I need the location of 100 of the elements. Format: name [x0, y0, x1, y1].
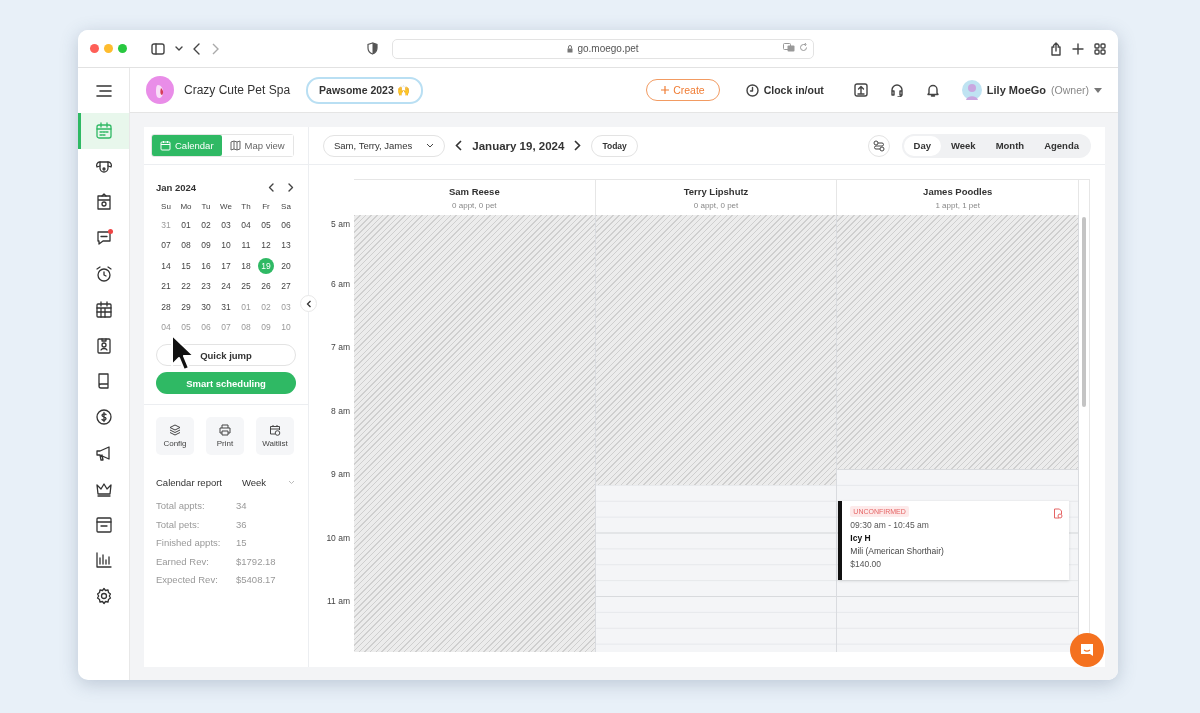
calendar-grid-icon [94, 300, 113, 319]
previous-day-button[interactable] [453, 140, 465, 151]
date-cell[interactable]: 26 [256, 277, 276, 295]
calendar-icon [160, 140, 171, 151]
stat-value: $1792.18 [236, 555, 276, 568]
chevron-down-icon [288, 480, 296, 485]
date-cell[interactable]: 08 [176, 236, 196, 254]
collapse-button[interactable] [300, 295, 317, 312]
date-cell[interactable]: 03 [216, 216, 236, 234]
staff-filter-dropdown[interactable]: Sam, Terry, James [323, 134, 446, 157]
new-tab-icon[interactable] [1072, 42, 1084, 55]
lock-icon [567, 44, 574, 53]
address-bar[interactable]: go.moego.pet [392, 38, 814, 59]
clock-in-out-button[interactable]: Clock in/out [739, 82, 830, 98]
calendar-icon [94, 121, 113, 140]
date-cell[interactable]: 20 [276, 257, 296, 275]
chevron-down-icon[interactable] [175, 45, 183, 52]
caret-icon[interactable] [1094, 87, 1102, 93]
weekday-label: Su [160, 202, 172, 213]
date-cell[interactable]: 14 [156, 257, 176, 275]
date-cell[interactable]: 11 [236, 236, 256, 254]
date-cell[interactable]: 30 [196, 298, 216, 316]
date-cell[interactable]: 09 [196, 236, 216, 254]
menu-icon [95, 84, 112, 97]
today-button[interactable]: Today [591, 134, 638, 157]
megaphone-icon [94, 444, 113, 463]
date-cell[interactable]: 02 [196, 216, 216, 234]
map-icon [229, 140, 241, 151]
view-tab[interactable]: Week [941, 135, 986, 156]
date-cell[interactable]: 04 [236, 216, 256, 234]
stat-label: Total pets: [156, 518, 201, 531]
view-tab[interactable]: Agenda [1034, 135, 1089, 156]
date-cell[interactable]: 06 [276, 216, 296, 234]
pet-name: Mili (American Shorthair) [850, 545, 944, 556]
layers-icon [169, 424, 181, 436]
date-cell[interactable]: 15 [176, 257, 196, 275]
date-cell[interactable]: 27 [276, 277, 296, 295]
user-name[interactable]: Lily MoeGo [986, 84, 1047, 96]
date-cell[interactable]: 07 [156, 236, 176, 254]
upload-icon[interactable] [853, 83, 868, 97]
period-dropdown[interactable]: Week [242, 477, 296, 488]
time-label: 11 am [327, 596, 350, 606]
weekday-label: Mo [179, 202, 193, 213]
sidebar-toggle-icon[interactable] [151, 42, 165, 55]
store-icon [94, 193, 113, 212]
date-cell[interactable]: 10 [216, 236, 236, 254]
stat-label: Expected Rev: [156, 574, 219, 587]
staff-summary: 0 appt, 0 pet [693, 200, 739, 210]
view-tab[interactable]: Day [903, 135, 941, 156]
date-cell[interactable]: 29 [176, 298, 196, 316]
chevron-right-icon [574, 140, 582, 151]
share-icon[interactable] [1050, 41, 1062, 56]
previous-month-icon[interactable] [268, 182, 274, 192]
next-month-icon[interactable] [288, 182, 294, 192]
date-cell[interactable]: 25 [236, 277, 256, 295]
route-button[interactable] [867, 134, 890, 157]
weekday-label: We [219, 202, 233, 213]
date-cell[interactable]: 31 [216, 298, 236, 316]
report-title: Calendar report [156, 477, 223, 488]
back-icon[interactable] [193, 42, 201, 55]
time-label: 8 am [331, 405, 350, 416]
date-cell[interactable]: 23 [196, 277, 216, 295]
id-badge-icon [94, 336, 113, 355]
weekday-label: Tu [200, 202, 212, 213]
staff-summary: 0 appt, 0 pet [452, 200, 497, 210]
tool-button[interactable]: Config [156, 417, 194, 455]
next-day-button[interactable] [572, 140, 584, 151]
client-name: Icy H [850, 532, 871, 543]
date-cell[interactable]: 05 [256, 216, 276, 234]
date-cell[interactable]: 28 [156, 298, 176, 316]
weekday-label: Fr [261, 202, 271, 213]
staff-name: Terry Lipshutz [683, 185, 749, 197]
tool-button[interactable]: Waitlist [256, 417, 294, 455]
date-cell[interactable]: 01 [176, 216, 196, 234]
business-name: Crazy Cute Pet Spa [184, 83, 291, 97]
date-cell[interactable]: 16 [196, 257, 216, 275]
date-cell[interactable]: 12 [256, 236, 276, 254]
date-cell[interactable]: 13 [276, 236, 296, 254]
date-cell[interactable]: 21 [156, 277, 176, 295]
printer-icon [219, 424, 231, 436]
campaign-badge[interactable]: Pawsome 2023 🙌 [306, 76, 423, 104]
stat-label: Total appts: [156, 500, 206, 513]
chevron-down-icon [426, 143, 435, 148]
view-tab[interactable]: Month [985, 135, 1035, 156]
headset-icon[interactable] [889, 83, 904, 97]
tool-button[interactable]: Print [206, 417, 244, 455]
stat-value: 36 [236, 518, 247, 531]
bell-icon[interactable] [925, 83, 940, 97]
scrollbar-thumb[interactable] [1082, 217, 1086, 407]
current-date: January 19, 2024 [472, 139, 565, 152]
date-cell[interactable]: 18 [236, 257, 256, 275]
alarm-clock-icon [94, 265, 113, 284]
date-cell[interactable]: 17 [216, 257, 236, 275]
translate-icon[interactable] [783, 42, 795, 52]
date-cell[interactable]: 22 [176, 277, 196, 295]
tab-overview-icon[interactable] [1094, 42, 1106, 55]
stat-value: 15 [236, 537, 247, 550]
date-cell[interactable]: 24 [216, 277, 236, 295]
clock-icon [745, 83, 759, 97]
time-label: 6 am [331, 278, 350, 289]
